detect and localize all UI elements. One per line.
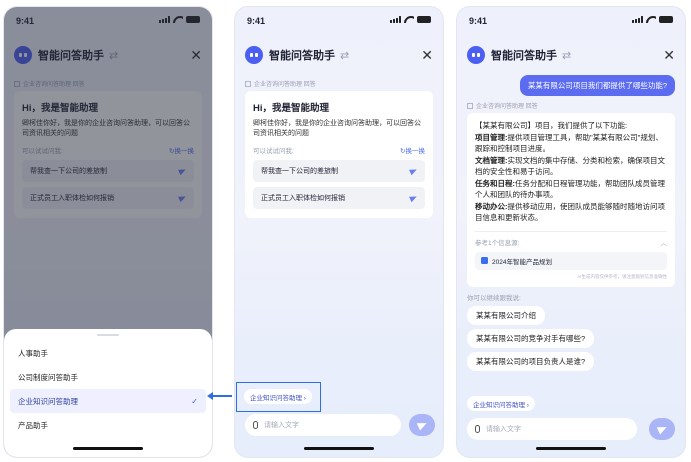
reference-document[interactable]: 2024年智能产品规划 [475,251,667,270]
status-time: 9:41 [469,16,488,26]
welcome-card: Hi，我是智能助理 卿柯佳你好，我是你的企业咨询问答助理，可以回答公司资讯相关的… [245,91,433,218]
signal-icon [632,16,643,23]
send-icon [409,193,418,203]
ai-disclaimer: AI生成内容仅供参考，请注意甄别信息准确性 [577,273,667,279]
microphone-icon[interactable] [475,425,480,433]
chevron-up-icon: ︿ [660,239,668,247]
picker-option-policy[interactable]: 公司制度问答助手 [10,365,206,389]
answer-item: 任务和日程:任务分配和日程管理功能，帮助团队成员管理个人和团队的待办事项。 [475,178,665,200]
followup-chip[interactable]: 某某有限公司的项目负责人是谁? [467,352,595,371]
robot-logo-icon [467,46,485,64]
assistant-picker-sheet: 人事助手 公司制度问答助手 企业知识问答助理 ✓ 产品助手 [4,329,212,457]
message-input[interactable]: 请输入文字 [467,418,637,440]
app-title: 智能问答助手 [269,50,335,62]
signal-icon [390,16,401,23]
try-label: 可以试试问我: [253,148,294,155]
answer-item: 项目管理:提供项目管理工具，帮助"某某有限公司"规划、跟踪和控制项目进度。 [475,132,663,154]
home-indicator [304,447,374,450]
arrow-icon [207,392,232,400]
app-header: 智能问答助手 ⇄ ✕ [467,45,675,65]
refresh-button[interactable]: ↻换一换 [400,145,425,155]
grid-icon [245,81,251,87]
app-header: 智能问答助手 ⇄ ✕ [245,45,433,65]
send-button[interactable] [409,414,435,436]
answer-item: 移动办公:提供移动应用，使团队成员能够随时随地访问项目信息和更新状态。 [475,201,665,223]
intro-text: 卿柯佳你好，我是你的企业咨询问答助理，可以回答公司资讯相关的问题 [253,120,421,137]
user-message-bubble: 某某有限公司项目我们都提供了哪些功能? [519,75,675,96]
microphone-icon[interactable] [253,421,258,429]
robot-logo-icon [245,46,263,64]
status-time: 9:41 [247,16,266,26]
swap-icon[interactable]: ⇄ [340,49,349,62]
followup-chip[interactable]: 某某有限公司介绍 [467,306,545,325]
home-indicator [536,447,606,450]
close-icon[interactable]: ✕ [663,47,675,64]
highlight-box [236,382,321,412]
reference-toggle[interactable]: 参考1个信息源: ︿ [475,237,667,247]
status-bar: 9:41 [235,7,443,33]
grid-icon [467,103,473,109]
assistant-answer-card: 【某某有限公司】项目，我们提供了以下功能: 项目管理:提供项目管理工具，帮助"某… [467,113,675,287]
picker-option-product[interactable]: 产品助手 [10,413,206,437]
wifi-icon [404,16,414,23]
answer-source-label: 企业咨询问答助理 回答 [467,101,538,110]
phone-screen-welcome: 9:41 智能问答助手 ⇄ ✕ 企业咨询问答助理 回答 Hi，我是智能助理 卿柯… [234,6,444,458]
send-icon [409,166,418,176]
send-icon [416,419,428,431]
followup-chip[interactable]: 某某有限公司的竞争对手有哪些? [467,329,595,348]
message-input[interactable]: 请输入文字 [245,414,401,436]
answer-item: 文档管理:实现文档的集中存储、分类和检索，确保项目文档的安全性和易于访问。 [475,155,665,177]
suggested-question[interactable]: 帮我查一下公司的差旅制 [253,160,425,182]
answer-source-label: 企业咨询问答助理 回答 [245,79,316,88]
phone-screen-assistant-picker: 9:41 智能问答助手 ⇄ ✕ 企业咨询问答助理 回答 Hi，我是智能助理 卿柯… [3,6,213,458]
app-title: 智能问答助手 [491,50,557,62]
wifi-icon [646,16,656,23]
followup-label: 你可以继续跟我说: [467,295,521,302]
home-indicator [73,447,143,450]
battery-icon [659,16,673,23]
greeting: Hi，我是智能助理 [253,103,330,114]
phone-screen-chat: 9:41 智能问答助手 ⇄ ✕ 某某有限公司项目我们都提供了哪些功能? 企业咨询… [456,6,686,458]
assistant-selector-button[interactable]: 企业知识问答助理 › [467,396,535,411]
picker-option-knowledge[interactable]: 企业知识问答助理 ✓ [10,389,206,413]
suggested-question[interactable]: 正式员工入职体检如何报销 [253,187,425,209]
status-bar: 9:41 [457,7,685,33]
answer-intro: 【某某有限公司】项目，我们提供了以下功能: [475,121,628,130]
document-icon [481,257,488,264]
sheet-grabber[interactable] [97,334,119,336]
close-icon[interactable]: ✕ [421,47,433,64]
send-icon [656,423,668,435]
swap-icon[interactable]: ⇄ [562,49,571,62]
check-icon: ✓ [191,396,198,406]
battery-icon [417,16,431,23]
send-button[interactable] [649,418,675,440]
picker-option-hr[interactable]: 人事助手 [10,341,206,365]
